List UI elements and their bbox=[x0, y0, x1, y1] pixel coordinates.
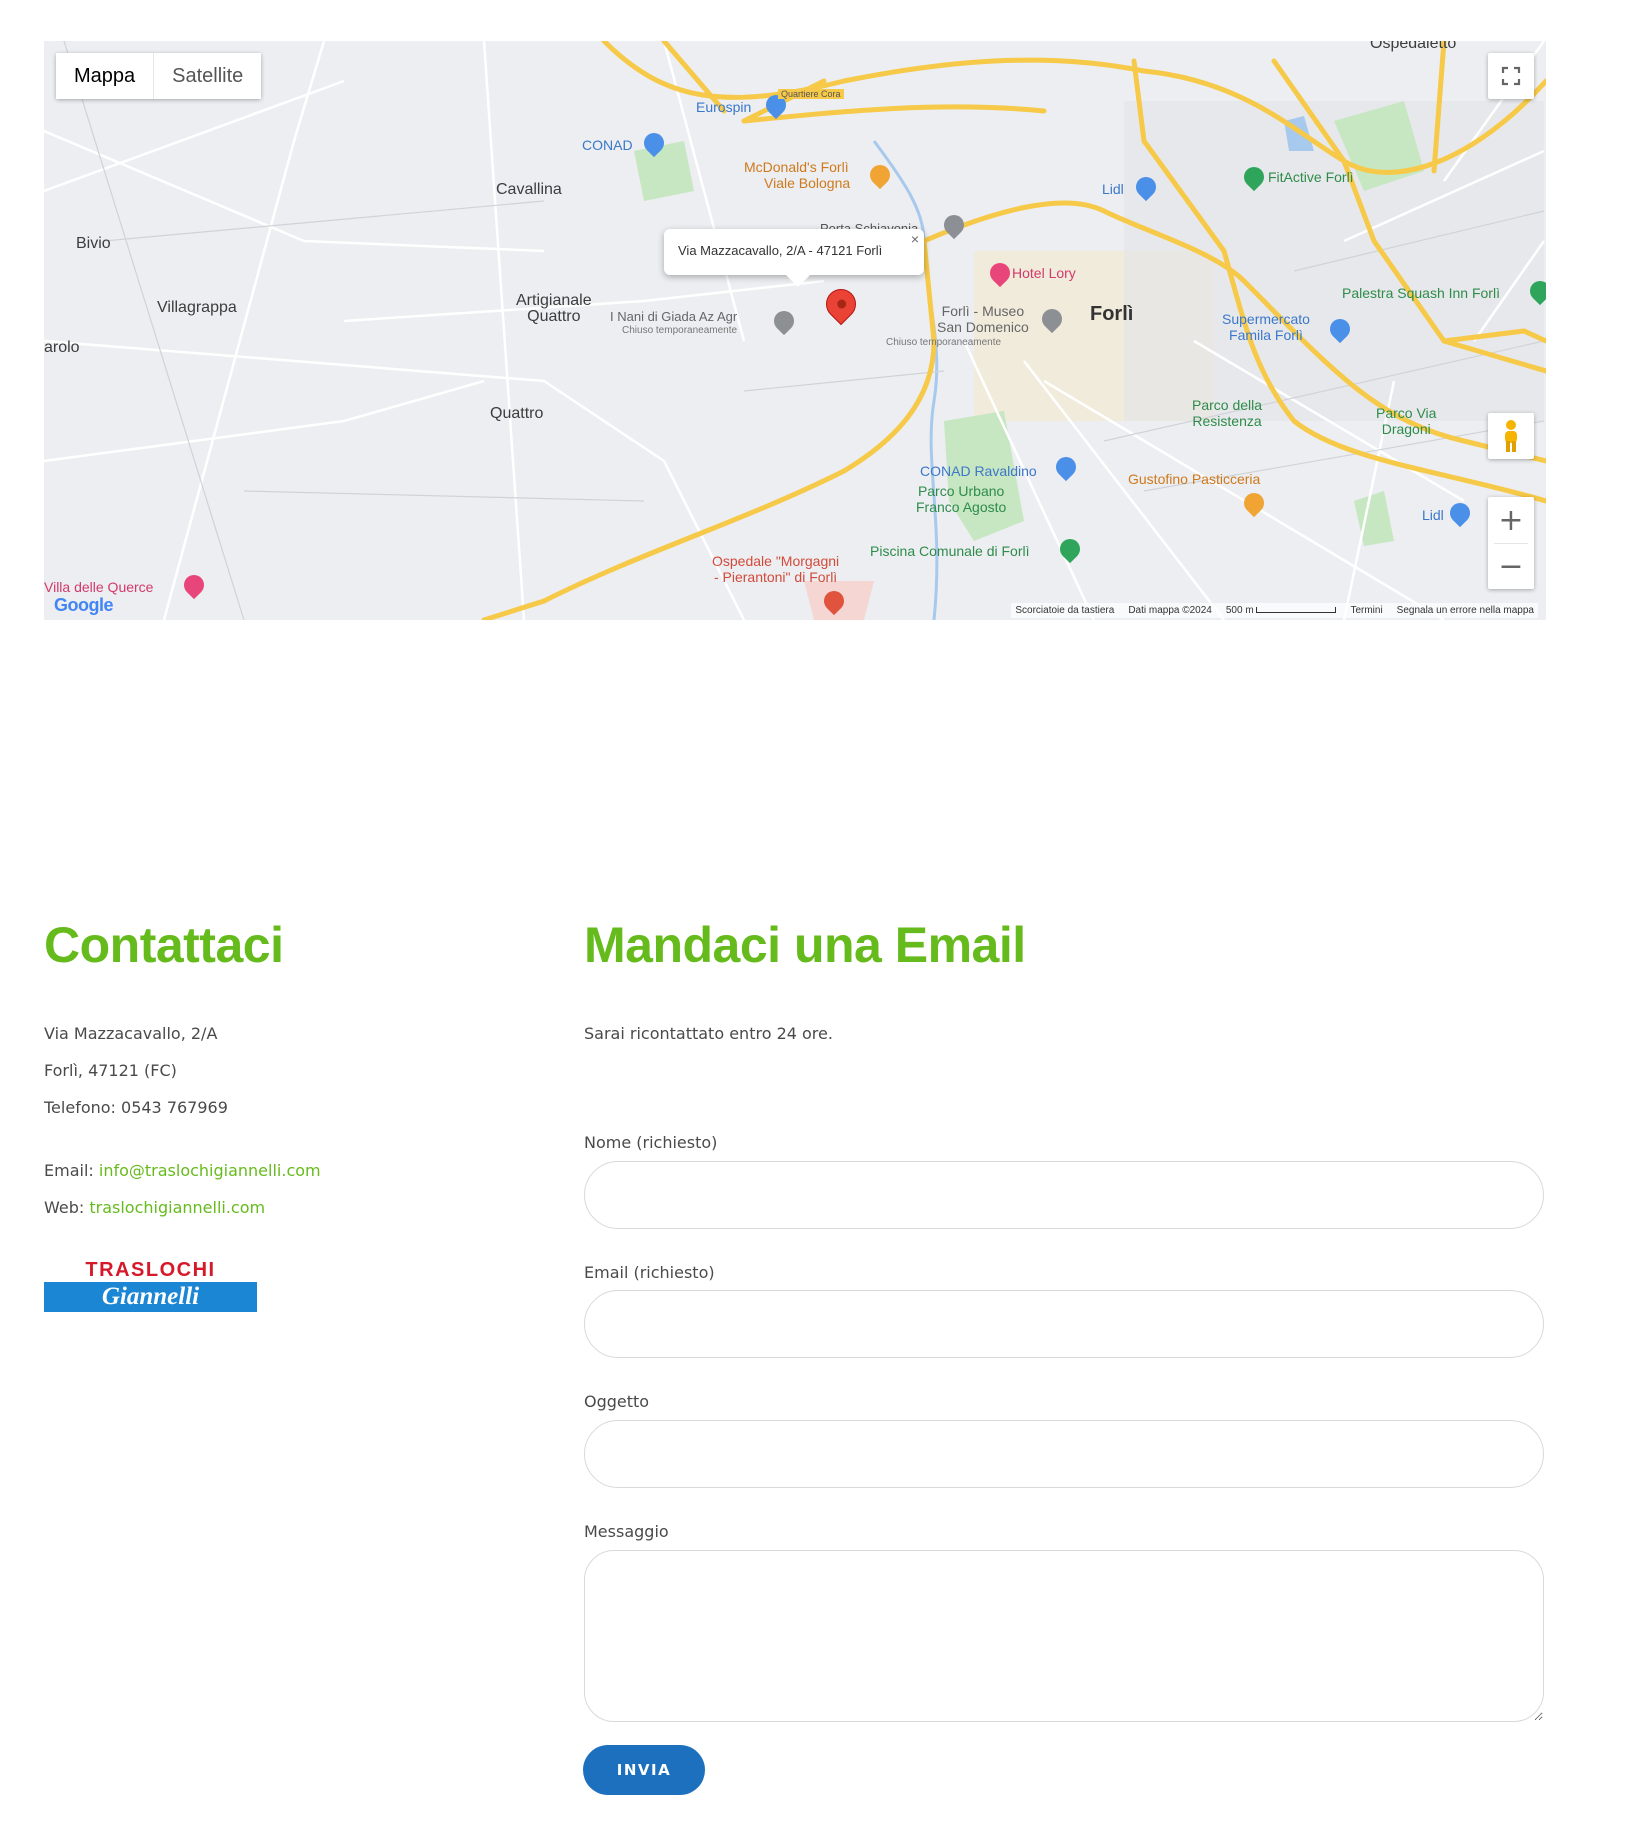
map-label-piscina[interactable]: Piscina Comunale di Forlì bbox=[870, 543, 1030, 559]
map-label-villa[interactable]: Villa delle Querce bbox=[44, 579, 153, 595]
map-label-supermercato-line2: Famila Forlì bbox=[1229, 327, 1303, 343]
map-attribution: Scorciatoie da tastiera Dati mappa ©2024… bbox=[1011, 603, 1538, 618]
map-label-quattro: Quattro bbox=[490, 405, 544, 422]
zoom-out-button[interactable]: − bbox=[1488, 544, 1534, 589]
name-field[interactable] bbox=[584, 1161, 1544, 1229]
map-label-supermercato[interactable]: Supermercato Famila Forlì bbox=[1222, 311, 1310, 343]
logo-bottom-text: Giannelli bbox=[101, 1283, 200, 1310]
map-label-gustofino[interactable]: Gustofino Pasticceria bbox=[1128, 471, 1260, 487]
map-label-mcdonalds-sub[interactable]: Viale Bologna bbox=[764, 175, 850, 191]
map-label-lidl[interactable]: Lidl bbox=[1102, 181, 1124, 197]
map-scale[interactable]: 500 m bbox=[1226, 605, 1337, 616]
fullscreen-icon bbox=[1501, 66, 1521, 86]
logo-bottom-band: Giannelli bbox=[44, 1282, 257, 1312]
map-label-ospedaletto: Ospedaletto bbox=[1370, 41, 1457, 52]
fullscreen-button[interactable] bbox=[1488, 53, 1534, 99]
name-label: Nome (richiesto) bbox=[584, 1133, 718, 1152]
web-line: Web: traslochigiannelli.com bbox=[44, 1198, 265, 1217]
map-label-parco-res-line2: Resistenza bbox=[1192, 413, 1262, 429]
google-logo: Google bbox=[54, 595, 114, 616]
map-label-artigianale: Artigianale Quattro bbox=[516, 293, 592, 325]
map-label-lidl-2[interactable]: Lidl bbox=[1422, 507, 1444, 523]
map-label-forli: Forlì bbox=[1090, 303, 1134, 325]
subject-field[interactable] bbox=[584, 1420, 1544, 1488]
email-field[interactable] bbox=[584, 1290, 1544, 1358]
email-line: Email: info@traslochigiannelli.com bbox=[44, 1161, 321, 1180]
street-view-pegman[interactable] bbox=[1488, 413, 1534, 459]
map-label-artigianale-line1: Artigianale bbox=[516, 292, 592, 309]
map-type-control: Mappa Satellite bbox=[56, 53, 262, 99]
map-label-palestra[interactable]: Palestra Squash Inn Forlì bbox=[1342, 285, 1500, 301]
email-link[interactable]: info@traslochigiannelli.com bbox=[99, 1161, 321, 1180]
map-type-satellite-button[interactable]: Satellite bbox=[154, 53, 262, 99]
info-window-address: Via Mazzacavallo, 2/A - 47121 Forlì bbox=[678, 243, 883, 258]
map-label-conad[interactable]: CONAD bbox=[582, 137, 633, 153]
map-label-museo-line1: Forlì - Museo bbox=[941, 303, 1025, 319]
map-label-artigianale-line2: Quattro bbox=[527, 308, 581, 325]
email-field-label: Email (richiesto) bbox=[584, 1263, 715, 1282]
map-info-window: Via Mazzacavallo, 2/A - 47121 Forlì × bbox=[664, 229, 924, 287]
report-error-link[interactable]: Segnala un errore nella mappa bbox=[1397, 605, 1534, 616]
map-data-text: Dati mappa ©2024 bbox=[1128, 605, 1212, 616]
web-label: Web: bbox=[44, 1198, 90, 1217]
company-logo: TRASLOCHI Giannelli bbox=[44, 1258, 257, 1314]
phone-text: Telefono: 0543 767969 bbox=[44, 1098, 228, 1117]
map-canvas[interactable] bbox=[44, 41, 1546, 620]
map-label-museo-status: Chiuso temporaneamente bbox=[886, 337, 1002, 348]
form-title: Mandaci una Email bbox=[584, 917, 1026, 973]
zoom-control: + − bbox=[1488, 497, 1534, 589]
contact-title: Contattaci bbox=[44, 917, 284, 973]
map-label-parco-res-line1: Parco della bbox=[1192, 397, 1263, 413]
address-line-2: Forlì, 47121 (FC) bbox=[44, 1061, 177, 1080]
message-field[interactable] bbox=[584, 1550, 1544, 1722]
map-label-fitactive[interactable]: FitActive Forlì bbox=[1268, 169, 1354, 185]
logo-top-text: TRASLOCHI bbox=[85, 1259, 216, 1281]
map-label-nani-status: Chiuso temporaneamente bbox=[622, 325, 738, 336]
map-label-bivio: Bivio bbox=[76, 235, 111, 252]
map-label-cavallina: Cavallina bbox=[496, 181, 562, 198]
map-label-parco-via-line2: Dragoni bbox=[1381, 421, 1431, 437]
pegman-icon bbox=[1505, 420, 1517, 452]
email-label: Email: bbox=[44, 1161, 99, 1180]
close-icon[interactable]: × bbox=[911, 231, 919, 247]
map-label-parco-urbano-line1: Parco Urbano bbox=[917, 483, 1005, 499]
map-label-villagrappa: Villagrappa bbox=[157, 299, 237, 316]
google-logo-text: Google bbox=[54, 595, 114, 615]
address-line-1: Via Mazzacavallo, 2/A bbox=[44, 1024, 218, 1043]
map-label-quartiere: Quartiere Cora bbox=[778, 89, 844, 99]
keyboard-shortcuts-link[interactable]: Scorciatoie da tastiera bbox=[1015, 605, 1114, 616]
map-label-parco-via[interactable]: Parco Via Dragoni bbox=[1376, 405, 1436, 437]
map-label-eurospin[interactable]: Eurospin bbox=[696, 99, 751, 115]
submit-button[interactable]: INVIA bbox=[583, 1745, 705, 1795]
map-type-map-button[interactable]: Mappa bbox=[56, 53, 155, 99]
map-label-ospedale[interactable]: Ospedale "Morgagni - Pierantoni" di Forl… bbox=[712, 553, 839, 585]
map-label-mcdonalds[interactable]: McDonald's Forlì bbox=[744, 159, 849, 175]
subject-label: Oggetto bbox=[584, 1392, 650, 1411]
map-label-arolo: arolo bbox=[44, 339, 80, 356]
map-label-nani[interactable]: I Nani di Giada Az Agr bbox=[610, 309, 737, 324]
zoom-in-button[interactable]: + bbox=[1488, 497, 1534, 543]
map-label-parco-urbano-line2: Franco Agosto bbox=[916, 499, 1007, 515]
map-label-museo[interactable]: Forlì - Museo San Domenico bbox=[937, 303, 1029, 335]
map-label-supermercato-line1: Supermercato bbox=[1222, 311, 1310, 327]
web-link[interactable]: traslochigiannelli.com bbox=[89, 1198, 265, 1217]
message-label: Messaggio bbox=[584, 1522, 669, 1541]
map-label-parco-resistenza[interactable]: Parco della Resistenza bbox=[1192, 397, 1262, 429]
scale-bar bbox=[1256, 607, 1337, 614]
map-label-parco-urbano[interactable]: Parco Urbano Franco Agosto bbox=[916, 483, 1006, 515]
terms-link[interactable]: Termini bbox=[1350, 605, 1382, 616]
map-label-ospedale-line2: - Pierantoni" di Forlì bbox=[713, 569, 838, 585]
map-label-ospedale-line1: Ospedale "Morgagni bbox=[712, 553, 840, 569]
map-label-parco-via-line1: Parco Via bbox=[1376, 405, 1437, 421]
map-label-hotel-lory[interactable]: Hotel Lory bbox=[1012, 265, 1076, 281]
map-label-conad-ravaldino[interactable]: CONAD Ravaldino bbox=[920, 463, 1037, 479]
google-map[interactable]: Ospedaletto Eurospin CONAD McDonald's Fo… bbox=[44, 41, 1546, 620]
map-label-museo-line2: San Domenico bbox=[937, 319, 1029, 335]
map-scale-label: 500 m bbox=[1225, 605, 1254, 616]
form-intro: Sarai ricontattato entro 24 ore. bbox=[584, 1024, 833, 1043]
